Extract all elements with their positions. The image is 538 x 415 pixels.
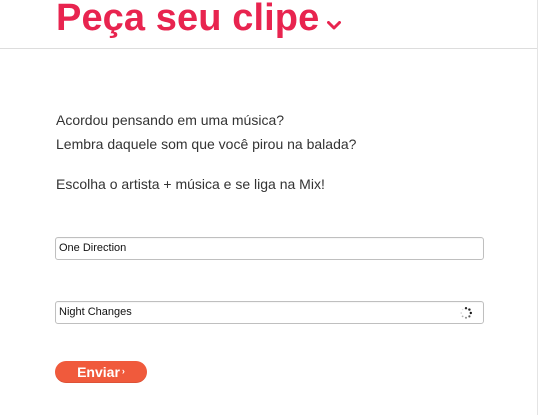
intro-question: Acordou pensando em uma música? [56, 112, 285, 128]
song-input[interactable] [57, 303, 457, 322]
intro-memory: Lembra daquele som que você pirou na bal… [56, 136, 357, 152]
chevron-down-icon[interactable] [327, 18, 342, 30]
artist-input[interactable] [57, 239, 457, 258]
submit-button-label: Enviar [77, 364, 120, 380]
song-field[interactable] [55, 301, 484, 324]
page-title: Peça seu clipe [56, 0, 320, 39]
artist-field[interactable] [55, 237, 484, 260]
chevron-right-icon: › [121, 366, 125, 376]
intro-spacing [56, 156, 476, 172]
request-clip-page: Peça seu clipe Acordou pensando em uma m… [0, 0, 538, 415]
loading-spinner-icon [459, 306, 473, 320]
submit-button[interactable]: Enviar › [55, 361, 147, 383]
intro-text: Acordou pensando em uma música? Lembra d… [56, 108, 476, 196]
intro-instruction: Escolha o artista + música e se liga na … [56, 176, 325, 192]
title-row[interactable]: Peça seu clipe [56, 0, 342, 40]
page-header: Peça seu clipe [0, 0, 538, 49]
